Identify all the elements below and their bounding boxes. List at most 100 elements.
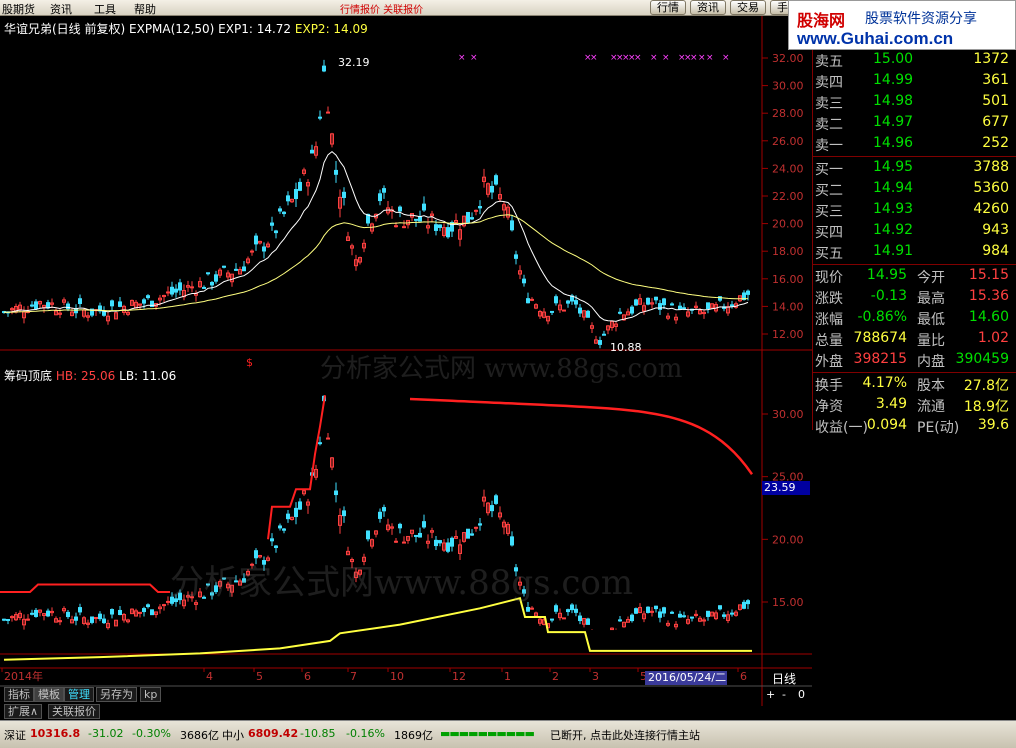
candle-body [262, 246, 266, 252]
trade-button[interactable]: 交易 [730, 0, 766, 15]
bid-row: 买三 14.93 4260 [813, 200, 1016, 221]
bid-label: 买四 [815, 225, 843, 241]
fund-value: 39.6 [977, 417, 1009, 433]
chart-frame [0, 16, 812, 706]
time-label: 4 [206, 670, 213, 683]
connection-status[interactable]: 已断开, 点击此处连接行情主站 [550, 727, 700, 743]
bid-label: 买二 [815, 183, 843, 199]
sub-candle-body [490, 505, 494, 512]
fund-row: 换手 4.17% 股本 27.8亿 [813, 374, 1016, 395]
tab-save-as[interactable]: 另存为 [96, 687, 137, 702]
sub-candle-body [78, 607, 82, 613]
sub-candle-body [378, 511, 382, 519]
candle-body [214, 274, 218, 282]
status-bar: 深证 10316.8 -31.02 -0.30% 3686亿 中小 6809.4… [0, 720, 1016, 748]
top-button-group: 行情 资讯 交易 手 [650, 0, 795, 15]
candle-body [446, 227, 450, 238]
news-button[interactable]: 资讯 [690, 0, 726, 15]
bid-volume: 5360 [973, 180, 1009, 196]
sub-candle-body [46, 610, 50, 617]
sub-candle-body [422, 521, 426, 528]
period-label[interactable]: 日线 [772, 670, 796, 687]
menu-item-help[interactable]: 帮助 [134, 1, 156, 17]
candle-body [618, 311, 622, 314]
time-label: 3 [592, 670, 599, 683]
sub-candle-body [74, 616, 78, 621]
quote-panel: 卖五 15.00 1372 卖四 14.99 361 卖三 14.98 501 卖二 14.97 67… [812, 50, 1016, 436]
tab-expand[interactable]: 扩展∧ [4, 704, 43, 719]
sub-candle-body [294, 507, 298, 518]
axis-label: 30.00 [772, 408, 804, 421]
candle-body [678, 305, 682, 310]
sub-candle-body [318, 442, 322, 445]
exp2-value: EXP2: 14.09 [294, 22, 368, 36]
candle-body [30, 304, 34, 307]
tab-kp[interactable]: kp [140, 687, 162, 702]
ask-label: 卖一 [815, 138, 843, 154]
candle-body [274, 230, 278, 234]
sub-candle-body [382, 507, 386, 512]
sub-candle-body [474, 526, 478, 529]
sub-candle-body [142, 608, 146, 613]
bid-label: 买五 [815, 246, 843, 262]
sub-candle-body [110, 609, 114, 615]
sub-candles [2, 395, 750, 631]
tab-manage[interactable]: 管理 [64, 687, 94, 702]
candle-body [586, 310, 590, 318]
sub-candle-body [282, 528, 286, 531]
stat-value: 398215 [853, 351, 907, 367]
tab-related-quotes[interactable]: 关联报价 [48, 704, 100, 719]
bid-row: 买五 14.91 984 [813, 242, 1016, 263]
axis-label: 30.00 [772, 80, 804, 93]
sub-candle-body [94, 616, 98, 619]
stat-value: 390459 [955, 351, 1009, 367]
ask-label: 卖四 [815, 75, 843, 91]
candle-body [322, 65, 326, 72]
menu-item-futures[interactable]: 股期货 [2, 1, 35, 17]
menu-item-news[interactable]: 资讯 [50, 1, 72, 17]
quote-separator [813, 156, 1016, 157]
tab-indicator[interactable]: 指标 [4, 687, 34, 702]
stat-value: 1.02 [977, 330, 1009, 346]
candle-body [646, 297, 650, 305]
candle-body [490, 185, 494, 193]
menu-red-hint: 行情报价 关联报价 [340, 5, 424, 16]
zoom-out-button[interactable]: - [782, 688, 786, 701]
sub-indicator-name: 筹码顶底 [4, 369, 53, 383]
ask-price: 14.97 [873, 114, 914, 130]
sub-candle-body [398, 523, 402, 529]
stat-label: 总量 [815, 333, 843, 349]
time-label: 2014年 [4, 669, 43, 683]
candle-body [394, 225, 398, 228]
menu-item-tools[interactable]: 工具 [94, 1, 116, 17]
zx-value: 6809.42 [248, 727, 299, 740]
candle-body [142, 299, 146, 304]
zoom-reset-button[interactable]: 0 [798, 688, 805, 701]
sub-candle-body [66, 611, 70, 618]
candle-body [526, 298, 530, 304]
candle-body [422, 203, 426, 211]
sz-value: 10316.8 [30, 727, 81, 740]
stat-label: 最低 [917, 312, 945, 328]
bid-label: 买一 [815, 162, 843, 178]
sub-candle-body [262, 560, 266, 565]
main-ema-lines: × × ×× ××××× × × ××× × × × [4, 53, 749, 322]
candle-body [662, 298, 666, 306]
bid-volume: 984 [982, 243, 1009, 259]
ask-volume: 677 [982, 114, 1009, 130]
candle-body [434, 224, 438, 231]
sub-candle-body [250, 563, 254, 566]
candle-body [530, 298, 534, 301]
quote-button[interactable]: 行情 [650, 0, 686, 15]
ask-price: 14.99 [873, 72, 914, 88]
candle-body [514, 254, 518, 259]
sub-candle-body [178, 592, 182, 601]
fund-label: 股本 [917, 378, 945, 394]
zoom-in-button[interactable]: + [766, 688, 775, 701]
fund-label: 收益(一) [815, 420, 868, 436]
candle-body [470, 217, 474, 220]
tab-template[interactable]: 模板 [34, 687, 64, 702]
exp1-value: EXP1: 14.72 [218, 22, 292, 36]
bid-price: 14.93 [873, 201, 914, 217]
fund-value: 27.8亿 [963, 378, 1009, 394]
